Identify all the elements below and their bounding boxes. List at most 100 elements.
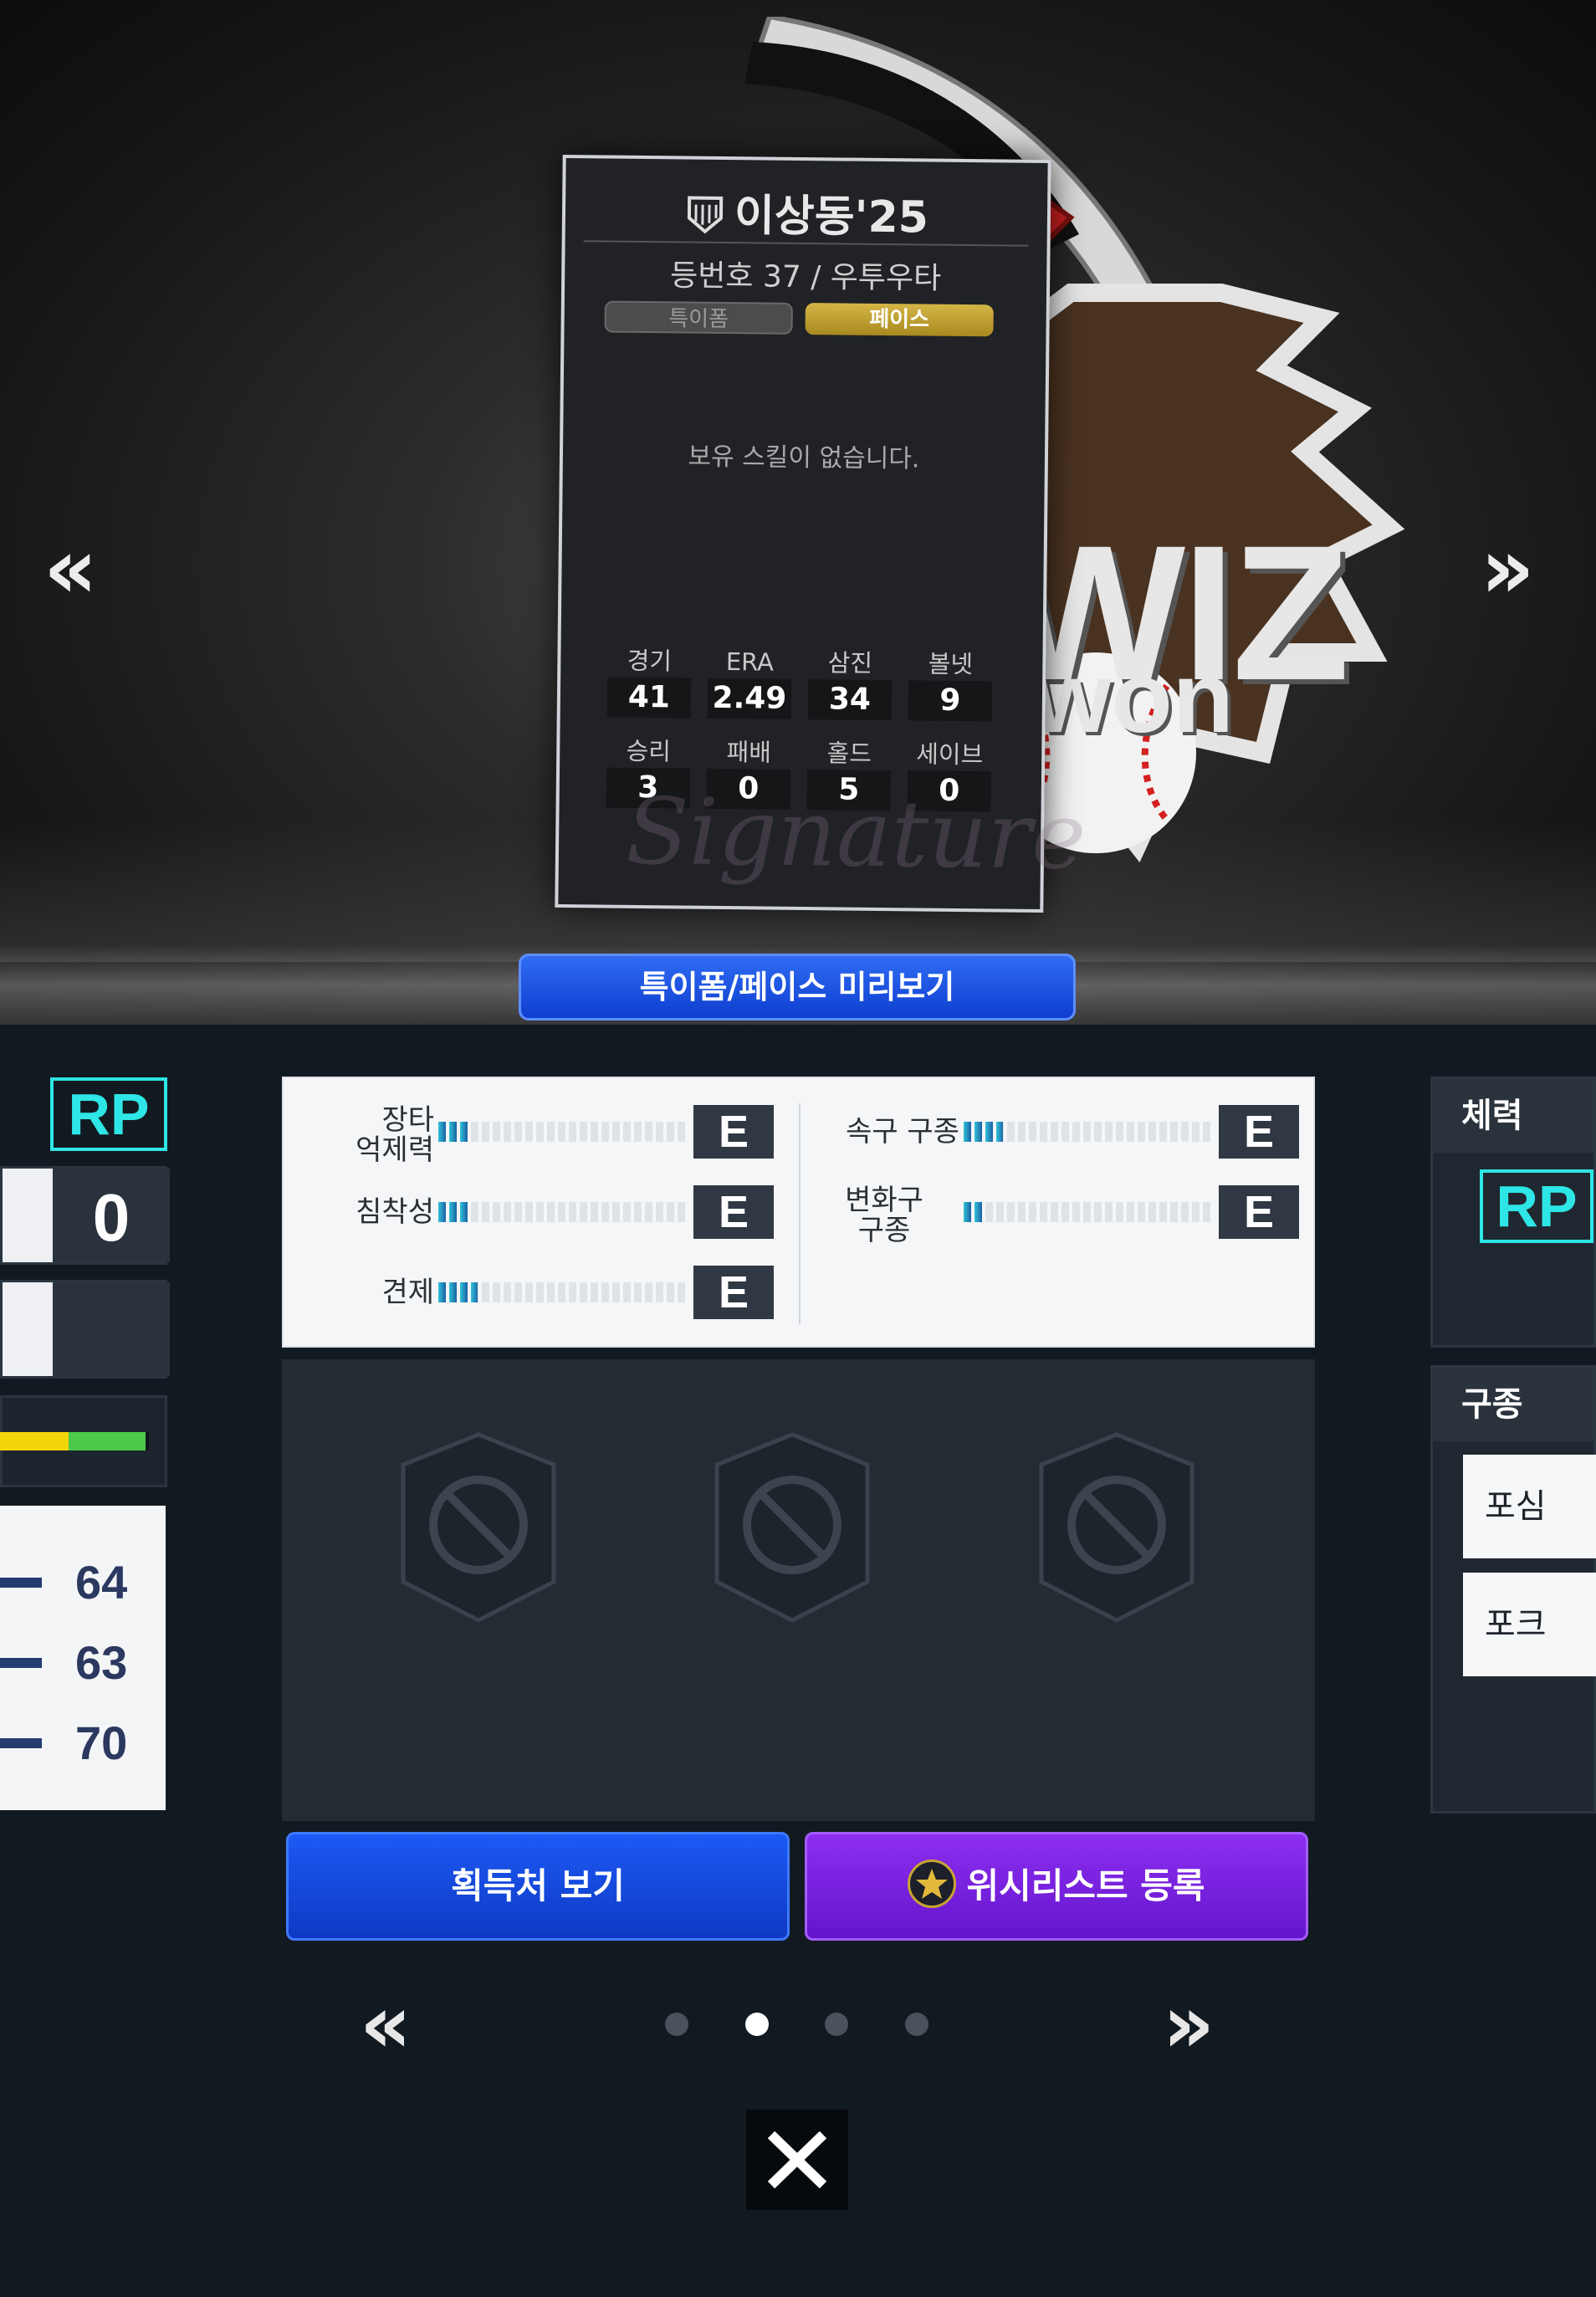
- page-prev-icon[interactable]: «: [360, 1984, 412, 2064]
- skill-grade-panel: 장타 억제력 E 침착성 E 견제 E 속구 구종 E 변화구 구종 E: [282, 1077, 1315, 1348]
- stat-grid: 경기 41 ERA 2.49 삼진 34 볼넷 9 승리 3 패배 0 홀드 5…: [603, 644, 1005, 812]
- stat-label: 홀드: [826, 739, 872, 768]
- list-item: 63: [0, 1638, 166, 1688]
- skill-fill: [438, 1122, 468, 1142]
- left-row-value: 0: [53, 1169, 170, 1262]
- locked-slot-icon[interactable]: [713, 1431, 872, 1624]
- stamina-title: 체력: [1433, 1079, 1593, 1153]
- add-wishlist-button[interactable]: 위시리스트 등록: [805, 1832, 1308, 1941]
- stat-value: 2.49: [707, 678, 792, 719]
- stat-value: 41: [606, 677, 692, 719]
- page-dot-1[interactable]: [665, 2013, 688, 2036]
- skill-grade: E: [1219, 1105, 1299, 1159]
- position-badge: RP: [50, 1077, 167, 1151]
- player-number-handedness: 등번호 37 / 우투우타: [669, 258, 942, 296]
- team-emblem-icon: [688, 196, 724, 234]
- condition-bar-green: [69, 1432, 146, 1450]
- skill-fill: [438, 1202, 468, 1222]
- stat-value: 34: [807, 679, 893, 721]
- stat-label: 세이브: [916, 739, 984, 770]
- pitch-item-forkball[interactable]: 포크: [1463, 1573, 1596, 1676]
- left-row-fill: [3, 1282, 53, 1376]
- stat-era: ERA 2.49: [703, 645, 797, 719]
- skill-row-pickoff: 견제 E: [284, 1266, 799, 1319]
- skill-grade: E: [1219, 1185, 1299, 1239]
- skill-track: [438, 1282, 685, 1302]
- player-name: 이상동'25: [734, 191, 929, 243]
- ability-value: 64: [75, 1556, 128, 1609]
- stat-label: ERA: [725, 647, 775, 677]
- stat-label: 승리: [626, 736, 672, 766]
- left-row-value-empty: [53, 1282, 170, 1376]
- pitch-type-panel: 구종 포심 포크: [1430, 1365, 1596, 1814]
- page-dot-4[interactable]: [905, 2013, 928, 2036]
- skill-track: [964, 1122, 1210, 1142]
- skill-slot-panel: [282, 1359, 1315, 1821]
- next-player-icon[interactable]: »: [1481, 527, 1535, 611]
- list-item: 64: [0, 1558, 166, 1608]
- skill-label: 견제: [381, 1276, 434, 1309]
- skill-grade: E: [693, 1105, 774, 1159]
- stamina-panel: 체력 RP: [1430, 1077, 1596, 1348]
- ability-bar: [0, 1738, 42, 1748]
- left-empty-row: [0, 1280, 170, 1379]
- ability-bar: [0, 1578, 42, 1588]
- left-value-row: 0: [0, 1166, 170, 1265]
- card-tabs: 특이폼 페이스: [604, 300, 1005, 339]
- tab-form[interactable]: 특이폼: [604, 300, 793, 335]
- card-title: 이상동'25: [565, 178, 1048, 246]
- skill-fill: [964, 1202, 984, 1222]
- stat-games: 경기 41: [602, 644, 697, 719]
- stat-label: 볼넷: [928, 649, 974, 679]
- tab-face[interactable]: 페이스: [805, 303, 994, 337]
- skill-row-power-suppression: 장타 억제력 E: [284, 1105, 799, 1165]
- ability-value: 70: [75, 1716, 128, 1769]
- signature-watermark: Signature: [625, 777, 1087, 890]
- stat-strikeouts: 삼진 34: [803, 646, 898, 721]
- stat-walks: 볼넷 9: [903, 647, 998, 722]
- stat-value: 9: [908, 680, 993, 722]
- page-next-icon[interactable]: »: [1163, 1984, 1215, 2064]
- team-logo-subtext: won: [1033, 642, 1234, 754]
- skill-track: [964, 1202, 1210, 1222]
- stat-label: 경기: [627, 646, 673, 676]
- pitch-type-title: 구종: [1433, 1368, 1593, 1441]
- skill-label: 속구 구종: [846, 1115, 959, 1148]
- wishlist-label: 위시리스트 등록: [966, 1865, 1205, 1906]
- locked-slot-icon[interactable]: [399, 1431, 558, 1624]
- skill-fill: [964, 1122, 1004, 1142]
- skill-label: 장타 억제력: [356, 1103, 434, 1167]
- star-coin-icon: [908, 1860, 957, 1908]
- locked-slot-icon[interactable]: [1037, 1431, 1196, 1624]
- stat-label: 삼진: [827, 648, 873, 678]
- skill-grade: E: [693, 1185, 774, 1239]
- ability-value: 63: [75, 1636, 128, 1689]
- view-acquisition-button[interactable]: 획득처 보기: [286, 1832, 790, 1941]
- condition-bar: [0, 1432, 149, 1450]
- form-face-preview-button[interactable]: 특이폼/페이스 미리보기: [519, 954, 1076, 1021]
- prev-player-icon[interactable]: «: [43, 527, 98, 611]
- condition-bar-yellow: [0, 1432, 69, 1450]
- skill-track: [438, 1122, 685, 1142]
- pitch-item-fourseam[interactable]: 포심: [1463, 1455, 1596, 1558]
- page-dot-2[interactable]: [745, 2013, 769, 2036]
- player-hero: WIZ won « » 이상동'25 등번호 37 / 우투우타 특이폼 페이스…: [0, 0, 1596, 1025]
- skill-label: 침착성: [356, 1195, 434, 1229]
- skill-row-composure: 침착성 E: [284, 1185, 799, 1239]
- no-skill-message: 보유 스킬이 없습니다.: [688, 442, 920, 474]
- left-ability-list: 64 63 70: [0, 1506, 166, 1810]
- player-card: 이상동'25 등번호 37 / 우투우타 특이폼 페이스 보유 스킬이 없습니다…: [555, 154, 1087, 913]
- close-icon: [767, 2131, 827, 2189]
- skill-row-fastball: 속구 구종 E: [809, 1105, 1311, 1159]
- close-button[interactable]: [746, 2110, 848, 2210]
- skill-track: [438, 1202, 685, 1222]
- skill-grade: E: [693, 1266, 774, 1319]
- ability-bar: [0, 1658, 42, 1668]
- page-dot-3[interactable]: [825, 2013, 848, 2036]
- skill-fill: [438, 1282, 478, 1302]
- left-row-fill: [3, 1169, 53, 1262]
- skill-row-breaking-ball: 변화구 구종 E: [809, 1185, 1311, 1246]
- skill-divider: [799, 1103, 801, 1324]
- stamina-position-badge: RP: [1480, 1169, 1593, 1243]
- list-item: 70: [0, 1718, 166, 1768]
